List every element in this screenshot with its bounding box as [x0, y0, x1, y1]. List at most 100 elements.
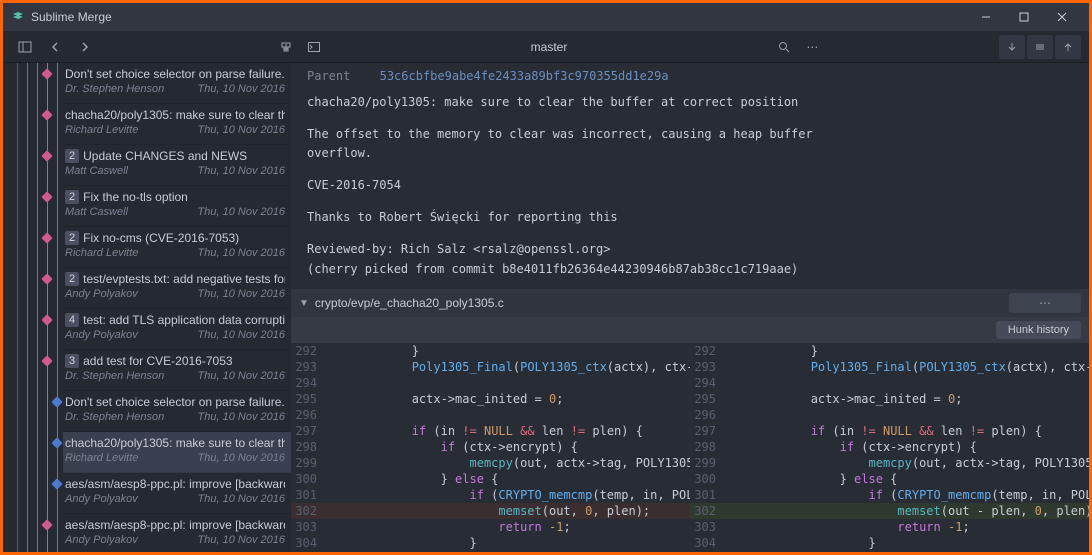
commit-author: Andy Polyakov — [65, 288, 138, 300]
diff-line: 298 if (ctx->encrypt) { — [291, 439, 690, 455]
terminal-icon[interactable] — [303, 36, 325, 58]
commit-reviewed: Reviewed-by: Rich Salz <rsalz@openssl.or… — [307, 240, 1073, 260]
more-button[interactable]: ⋯ — [801, 36, 823, 58]
commit-item[interactable]: aes/asm/aesp8-ppc.pl: improve [backward]… — [63, 514, 291, 552]
diff-line: 302 memset(out, 0, plen); — [291, 503, 690, 519]
line-number: 298 — [291, 439, 325, 455]
commit-body-line: The offset to the memory to clear was in… — [307, 125, 1073, 145]
code-content: } — [325, 343, 690, 359]
commit-author: Richard Levitte — [65, 124, 138, 136]
hunk-history-button[interactable]: Hunk history — [996, 321, 1081, 339]
line-number: 300 — [690, 471, 724, 487]
branch-count-badge: 2 — [65, 190, 79, 204]
commit-item[interactable]: 3add test for CVE-2016-7053Dr. Stephen H… — [63, 350, 291, 391]
diff-line: 297 if (in != NULL && len != plen) { /* … — [291, 423, 690, 439]
commit-item[interactable]: 2Update CHANGES and NEWSMatt CaswellThu,… — [63, 145, 291, 186]
push-button[interactable] — [1055, 35, 1081, 59]
commit-date: Thu, 10 Nov 2016 — [198, 411, 285, 423]
commit-author: Andy Polyakov — [65, 329, 138, 341]
line-number: 297 — [291, 423, 325, 439]
commit-date: Thu, 10 Nov 2016 — [198, 370, 285, 382]
hunk-bar: Hunk history — [291, 317, 1089, 343]
commit-author: Matt Caswell — [65, 206, 128, 218]
diff-line: 301 if (CRYPTO_memcmp(temp, in, POLY1305… — [690, 487, 1089, 503]
commit-item[interactable]: 2Fix the no-tls optionMatt CaswellThu, 1… — [63, 186, 291, 227]
commit-date: Thu, 10 Nov 2016 — [198, 493, 285, 505]
code-content: Poly1305_Final(POLY1305_ctx(actx), ctx->… — [724, 359, 1089, 375]
code-content: return -1; — [724, 519, 1089, 535]
close-button[interactable] — [1043, 3, 1081, 31]
file-more-button[interactable]: ⋯ — [1009, 293, 1081, 313]
commit-summary: aes/asm/aesp8-ppc.pl: improve [backward] — [65, 477, 285, 491]
line-number: 301 — [291, 487, 325, 503]
diff-line: 304 } — [690, 535, 1089, 551]
code-content — [325, 375, 690, 391]
code-content: Poly1305_Final(POLY1305_ctx(actx), ctx->… — [325, 359, 690, 375]
code-content: actx->mac_inited = 0; — [724, 391, 1089, 407]
commit-item[interactable]: Don't set choice selector on parse failu… — [63, 391, 291, 432]
maximize-button[interactable] — [1005, 3, 1043, 31]
code-content: return -1; — [325, 519, 690, 535]
minimize-button[interactable] — [967, 3, 1005, 31]
commit-date: Thu, 10 Nov 2016 — [198, 452, 285, 464]
code-content: memset(out - plen, 0, plen); — [724, 503, 1089, 519]
diff-line: 293 Poly1305_Final(POLY1305_ctx(actx), c… — [291, 359, 690, 375]
line-number: 305 — [690, 551, 724, 552]
commit-summary: test/evptests.txt: add negative tests fo… — [83, 272, 285, 286]
line-number: 293 — [690, 359, 724, 375]
toolbar: master ⋯ — [3, 31, 1089, 63]
commit-item[interactable]: chacha20/poly1305: make sure to clear th… — [63, 104, 291, 145]
search-button[interactable] — [773, 36, 795, 58]
commit-item[interactable]: 2test/evptests.txt: add negative tests f… — [63, 268, 291, 309]
branch-count-badge: 2 — [65, 231, 79, 245]
diff-view[interactable]: 292 }293 Poly1305_Final(POLY1305_ctx(act… — [291, 343, 1089, 552]
diff-line: 296 — [690, 407, 1089, 423]
code-content: if (ctx->encrypt) { — [325, 439, 690, 455]
fetch-button[interactable] — [1027, 35, 1053, 59]
commit-message: Parent 53c6cbfbe9abe4fe2433a89bf3c970355… — [291, 63, 1089, 289]
commit-item[interactable]: Don't set choice selector on parse failu… — [63, 63, 291, 104]
diff-line: 296 — [291, 407, 690, 423]
diff-line: 295 actx->mac_inited = 0; — [690, 391, 1089, 407]
code-content: if (in != NULL && len != plen) { /* tls — [724, 423, 1089, 439]
diff-line: 292 } — [291, 343, 690, 359]
graph-dot — [51, 478, 62, 489]
file-header[interactable]: ▼ crypto/evp/e_chacha20_poly1305.c ⋯ — [291, 289, 1089, 317]
diff-line: 304 } — [291, 535, 690, 551]
nav-back-button[interactable] — [41, 35, 69, 59]
commit-item[interactable]: 2Fix no-cms (CVE-2016-7053)Richard Levit… — [63, 227, 291, 268]
pull-button[interactable] — [999, 35, 1025, 59]
branch-label[interactable]: master — [331, 40, 768, 54]
diff-line: 295 actx->mac_inited = 0; — [291, 391, 690, 407]
commit-item[interactable]: 4test: add TLS application data corrupti… — [63, 309, 291, 350]
commit-date: Thu, 10 Nov 2016 — [198, 534, 285, 546]
code-content: if (CRYPTO_memcmp(temp, in, POLY1305_BL — [724, 487, 1089, 503]
diff-line: 303 return -1; — [291, 519, 690, 535]
code-content: } else { — [724, 471, 1089, 487]
graph-dot — [41, 232, 52, 243]
commit-author: Andy Polyakov — [65, 534, 138, 546]
parent-hash[interactable]: 53c6cbfbe9abe4fe2433a89bf3c970355dd1e29a — [380, 69, 669, 83]
stash-icon[interactable] — [275, 36, 297, 58]
locations-button[interactable] — [11, 35, 39, 59]
commit-item[interactable]: aes/asm/aesp8-ppc.pl: improve [backward]… — [63, 473, 291, 514]
line-number: 301 — [690, 487, 724, 503]
nav-forward-button[interactable] — [71, 35, 99, 59]
graph-dot — [41, 109, 52, 120]
commit-date: Thu, 10 Nov 2016 — [198, 165, 285, 177]
commit-summary: Don't set choice selector on parse failu… — [65, 67, 285, 81]
commit-date: Thu, 10 Nov 2016 — [198, 288, 285, 300]
commit-date: Thu, 10 Nov 2016 — [198, 124, 285, 136]
line-number: 296 — [291, 407, 325, 423]
diff-line: 294 — [291, 375, 690, 391]
line-number: 302 — [291, 503, 325, 519]
detail-pane: Parent 53c6cbfbe9abe4fe2433a89bf3c970355… — [291, 63, 1089, 552]
line-number: 292 — [291, 343, 325, 359]
commit-item[interactable]: chacha20/poly1305: make sure to clear th… — [63, 432, 291, 473]
commit-author: Richard Levitte — [65, 247, 138, 259]
diff-line: 299 memcpy(out, actx->tag, POLY1305_BLOC… — [291, 455, 690, 471]
diff-line: 305 } — [291, 551, 690, 552]
code-content: memset(out, 0, plen); — [325, 503, 690, 519]
line-number: 293 — [291, 359, 325, 375]
line-number: 299 — [291, 455, 325, 471]
